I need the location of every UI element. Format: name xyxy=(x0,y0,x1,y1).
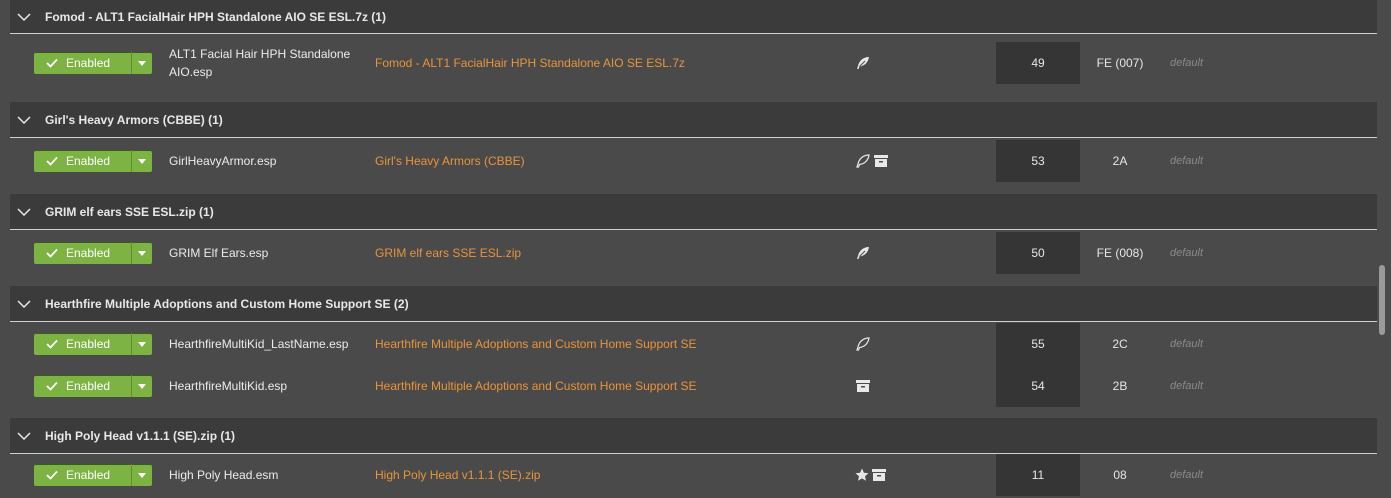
mod-index: 2C xyxy=(1112,337,1128,351)
plugin-name: GRIM Elf Ears.esp xyxy=(169,246,269,260)
mod-link[interactable]: GRIM elf ears SSE ESL.zip xyxy=(375,246,521,260)
group-header[interactable]: GRIM elf ears SSE ESL.zip (1) xyxy=(10,194,1377,230)
archive-icon xyxy=(856,380,870,392)
feather-solid-icon xyxy=(857,247,869,259)
mod-index: 08 xyxy=(1113,468,1127,482)
load-order-cell: 53 xyxy=(996,140,1080,182)
check-icon xyxy=(46,381,58,391)
enabled-label: Enabled xyxy=(66,154,111,168)
plugin-name-line: ALT1 Facial Hair HPH Standalone xyxy=(169,47,351,61)
feather-outline-icon xyxy=(856,337,870,351)
enabled-button-main[interactable]: Enabled xyxy=(34,464,132,486)
enabled-label: Enabled xyxy=(66,468,111,482)
enabled-toggle-button[interactable]: Enabled xyxy=(34,333,152,355)
plugin-row[interactable]: Enabled GirlHeavyArmor.esp Girl's Heavy … xyxy=(10,140,1377,182)
enabled-label: Enabled xyxy=(66,337,111,351)
plugin-row[interactable]: Enabled GRIM Elf Ears.esp GRIM elf ears … xyxy=(10,232,1377,274)
plugin-flags xyxy=(855,55,871,71)
mod-link[interactable]: High Poly Head v1.1.1 (SE).zip xyxy=(375,468,540,482)
caret-down-icon[interactable] xyxy=(132,52,152,74)
plugin-name: High Poly Head.esm xyxy=(169,468,279,482)
enabled-toggle-button[interactable]: Enabled xyxy=(34,242,152,264)
chevron-down-icon[interactable] xyxy=(10,194,38,229)
chevron-down-icon[interactable] xyxy=(10,286,38,321)
check-icon xyxy=(46,248,58,258)
chevron-down-icon[interactable] xyxy=(10,418,38,453)
caret-down-icon[interactable] xyxy=(132,464,152,486)
mod-index: FE (007) xyxy=(1096,56,1144,70)
enabled-toggle-button[interactable]: Enabled xyxy=(34,375,152,397)
group-title: Girl's Heavy Armors (CBBE) (1) xyxy=(45,112,223,127)
mod-link[interactable]: Hearthfire Multiple Adoptions and Custom… xyxy=(375,379,697,393)
archive-icon xyxy=(872,469,886,481)
caret-down-icon[interactable] xyxy=(132,150,152,172)
load-order-cell: 49 xyxy=(996,42,1080,84)
plugin-flags xyxy=(855,153,889,169)
check-icon xyxy=(46,156,58,166)
feather-solid-icon xyxy=(857,57,869,69)
plugin-name: ALT1 Facial Hair HPH Standalone AIO.esp xyxy=(169,45,350,81)
load-order-cell: 50 xyxy=(996,232,1080,274)
plugin-name-line: AIO.esp xyxy=(169,65,213,79)
enabled-button-main[interactable]: Enabled xyxy=(34,150,132,172)
star-icon xyxy=(855,468,869,481)
caret-down-icon[interactable] xyxy=(132,333,152,355)
enabled-label: Enabled xyxy=(66,246,111,260)
chevron-down-icon[interactable] xyxy=(10,102,38,137)
check-icon xyxy=(46,58,58,68)
load-order-cell: 11 xyxy=(996,454,1080,496)
check-icon xyxy=(46,339,58,349)
group-header[interactable]: Girl's Heavy Armors (CBBE) (1) xyxy=(10,102,1377,138)
enabled-button-main[interactable]: Enabled xyxy=(34,52,132,74)
enabled-toggle-button[interactable]: Enabled xyxy=(34,464,152,486)
mod-link[interactable]: Girl's Heavy Armors (CBBE) xyxy=(375,154,525,168)
feather-outline-icon xyxy=(856,154,870,168)
mod-index: 2B xyxy=(1112,379,1128,393)
caret-down-icon[interactable] xyxy=(132,375,152,397)
archive-icon xyxy=(874,155,888,167)
plugin-row[interactable]: Enabled HearthfireMultiKid_LastName.esp … xyxy=(10,323,1377,365)
caret-down-icon[interactable] xyxy=(132,242,152,264)
enabled-label: Enabled xyxy=(66,379,111,393)
load-order-cell: 54 xyxy=(996,365,1080,407)
group-header[interactable]: High Poly Head v1.1.1 (SE).zip (1) xyxy=(10,418,1377,454)
load-order-cell: 55 xyxy=(996,323,1080,365)
plugin-row[interactable]: Enabled ALT1 Facial Hair HPH Standalone … xyxy=(10,42,1377,84)
profile-label: default xyxy=(1170,247,1204,259)
plugin-flags xyxy=(855,379,871,393)
group-title: GRIM elf ears SSE ESL.zip (1) xyxy=(45,204,214,219)
plugin-flags xyxy=(855,468,887,482)
plugin-row[interactable]: Enabled High Poly Head.esm High Poly Hea… xyxy=(10,454,1377,496)
profile-label: default xyxy=(1170,155,1204,167)
group-header[interactable]: Hearthfire Multiple Adoptions and Custom… xyxy=(10,286,1377,322)
plugin-name: GirlHeavyArmor.esp xyxy=(169,154,277,168)
vertical-scrollbar[interactable] xyxy=(1379,265,1385,335)
enabled-button-main[interactable]: Enabled xyxy=(34,242,132,264)
enabled-label: Enabled xyxy=(66,56,111,70)
group-title: Fomod - ALT1 FacialHair HPH Standalone A… xyxy=(45,9,386,24)
plugin-flags xyxy=(855,336,871,352)
mod-index: 2A xyxy=(1112,154,1128,168)
group-title: High Poly Head v1.1.1 (SE).zip (1) xyxy=(45,428,236,443)
enabled-toggle-button[interactable]: Enabled xyxy=(34,150,152,172)
enabled-toggle-button[interactable]: Enabled xyxy=(34,52,152,74)
chevron-down-icon[interactable] xyxy=(10,0,38,33)
group-title: Hearthfire Multiple Adoptions and Custom… xyxy=(45,296,409,311)
profile-label: default xyxy=(1170,469,1204,481)
plugin-name: HearthfireMultiKid_LastName.esp xyxy=(169,337,349,351)
profile-label: default xyxy=(1170,57,1204,69)
profile-label: default xyxy=(1170,338,1204,350)
plugin-flags xyxy=(855,245,871,261)
plugin-name: HearthfireMultiKid.esp xyxy=(169,379,288,393)
profile-label: default xyxy=(1170,380,1204,392)
mod-index: FE (008) xyxy=(1096,246,1144,260)
check-icon xyxy=(46,470,58,480)
mod-link[interactable]: Fomod - ALT1 FacialHair HPH Standalone A… xyxy=(375,56,685,70)
enabled-button-main[interactable]: Enabled xyxy=(34,375,132,397)
group-header[interactable]: Fomod - ALT1 FacialHair HPH Standalone A… xyxy=(10,0,1377,34)
mod-link[interactable]: Hearthfire Multiple Adoptions and Custom… xyxy=(375,337,697,351)
plugin-row[interactable]: Enabled HearthfireMultiKid.esp Hearthfir… xyxy=(10,365,1377,407)
enabled-button-main[interactable]: Enabled xyxy=(34,333,132,355)
